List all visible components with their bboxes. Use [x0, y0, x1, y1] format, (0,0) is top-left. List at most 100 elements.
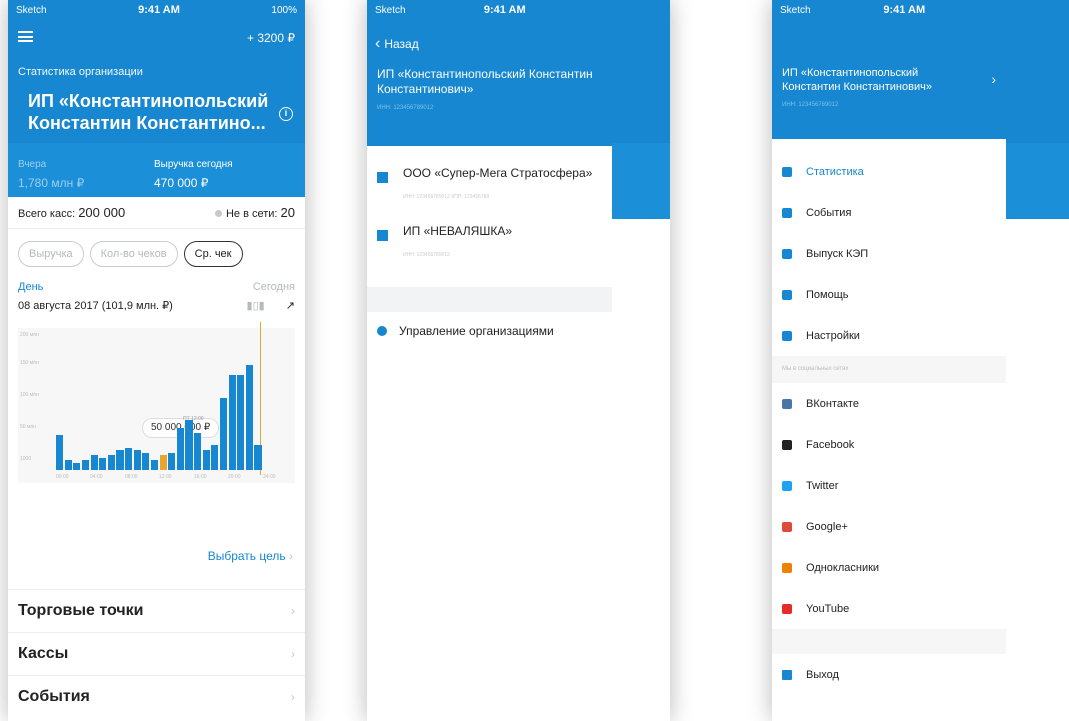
org-name[interactable]: ИП «Константинопольский Константин Конст…: [28, 90, 280, 134]
side-menu-list: Статистика События Выпуск КЭП Помощь Настрой…: [772, 139, 1006, 356]
balance-label[interactable]: + 3200 ₽: [247, 31, 295, 45]
chart-bar[interactable]: [90, 455, 98, 470]
menu-item-twitter[interactable]: Twitter: [772, 465, 1006, 506]
period-today[interactable]: Сегодня: [253, 281, 295, 293]
menu-item-google-plus[interactable]: Google+: [772, 506, 1006, 547]
menu-item-youtube[interactable]: YouTube: [772, 588, 1006, 629]
chevron-right-icon: ›: [291, 646, 295, 661]
chart-bar[interactable]: [168, 452, 176, 470]
menu-item-label: Google+: [806, 520, 848, 533]
chart-bar[interactable]: [56, 435, 64, 470]
chart-bar[interactable]: [211, 445, 219, 470]
status-bar: Sketch 9:41 AM: [367, 0, 612, 20]
row-label: События: [18, 687, 90, 705]
cash-registers-summary: Всего касс: 200 000 Не в сети: 20: [8, 197, 305, 229]
chart-bar[interactable]: [107, 455, 115, 470]
total-registers: Всего касс: 200 000: [18, 205, 125, 220]
y-tick: 100 млн: [20, 392, 39, 398]
line-chart-icon[interactable]: ↗: [286, 300, 295, 312]
facebook-icon: [782, 439, 792, 450]
today-value: 470 000 ₽: [154, 176, 209, 190]
menu-item-label: Однокласники: [806, 561, 880, 574]
manage-orgs-item[interactable]: Управление организациями: [367, 312, 612, 350]
offline-label: Не в сети:: [225, 208, 278, 220]
chart-bar[interactable]: [133, 450, 141, 470]
today-label: Выручка сегодня: [154, 159, 233, 170]
google-plus-icon: [782, 521, 792, 532]
chart-bar[interactable]: [194, 432, 202, 470]
menu-item-odnoklassniki[interactable]: Однокласники: [772, 547, 1006, 588]
menu-item-vk[interactable]: ВКонтакте: [772, 383, 1006, 424]
chart-bar[interactable]: [237, 375, 245, 470]
section-divider: [772, 629, 1006, 654]
chart-bar[interactable]: [150, 460, 158, 470]
menu-item-pen[interactable]: Выпуск КЭП: [772, 233, 1006, 274]
underlying-screen-peek: [612, 0, 670, 721]
pill-receipts[interactable]: Кол-во чеков: [89, 241, 178, 267]
chart-bar[interactable]: [254, 445, 262, 470]
chart-bar[interactable]: [64, 460, 72, 470]
yesterday-metric: Вчера 1,780 млн ₽: [18, 159, 84, 190]
chart-bar[interactable]: [228, 375, 236, 470]
menu-item-facebook[interactable]: Facebook: [772, 424, 1006, 465]
y-tick: 50 млн: [20, 424, 37, 430]
org-item[interactable]: ООО «Супер-Мега Стратосфера» ИНН: 123456…: [367, 146, 612, 204]
menu-icon[interactable]: [18, 31, 33, 42]
menu-item-bar-chart[interactable]: Статистика: [772, 151, 1006, 192]
building-icon: [377, 172, 388, 183]
row-events[interactable]: События ›: [8, 675, 305, 717]
chevron-right-icon: ›: [991, 71, 996, 87]
bar-chart-icon[interactable]: ▮▯▮: [247, 300, 265, 312]
chart-bar[interactable]: [159, 455, 167, 470]
chart-bar[interactable]: [202, 450, 210, 470]
side-menu-header[interactable]: Sketch 9:41 AM ИП «Константинопольский К…: [772, 0, 1006, 139]
current-org-inn: ИНН: 123456789012: [377, 105, 434, 111]
yesterday-label: Вчера: [18, 159, 47, 170]
chart-bar[interactable]: [176, 427, 184, 470]
chart-bar[interactable]: [219, 397, 227, 470]
menu-item-gear[interactable]: Настройки: [772, 315, 1006, 356]
menu-item-lifebuoy[interactable]: Помощь: [772, 274, 1006, 315]
chart-bar[interactable]: [245, 365, 253, 470]
menu-item-label: Помощь: [806, 288, 849, 301]
org-switcher-header: Sketch 9:41 AM ‹ Назад ИП «Константинопол…: [367, 0, 612, 146]
chevron-right-icon: ›: [291, 689, 295, 704]
x-tick: 16:00: [194, 474, 207, 480]
pill-revenue[interactable]: Выручка: [18, 241, 84, 267]
org-item-meta: ИНН: 123456789012: [403, 252, 450, 258]
y-tick: 1000: [20, 456, 32, 462]
chevron-right-icon: ›: [291, 603, 295, 618]
gear-icon: [377, 326, 387, 336]
period-day[interactable]: День: [18, 281, 43, 293]
underlying-screen-peek: [1006, 0, 1069, 721]
section-title: Статистика организации: [18, 66, 143, 78]
row-sales-points[interactable]: Торговые точки ›: [8, 589, 305, 631]
menu-item-label: Выпуск КЭП: [806, 247, 869, 260]
peek-header: [1006, 0, 1069, 143]
y-tick: 150 млн: [20, 360, 39, 366]
choose-goal-link[interactable]: Выбрать цель ›: [208, 549, 293, 563]
statistics-header: Sketch 9:41 AM 100% + 3200 ₽ Статистика …: [8, 0, 305, 197]
calendar-icon: [782, 207, 792, 218]
chart-bar[interactable]: [185, 420, 193, 470]
current-org-title: ИП «Константинопольский Константин Конст…: [377, 67, 593, 96]
chart-bar[interactable]: [142, 452, 150, 470]
menu-item-calendar[interactable]: События: [772, 192, 1006, 233]
back-button[interactable]: ‹ Назад: [367, 20, 612, 53]
chart-bar[interactable]: [99, 457, 107, 470]
status-dot-icon: [214, 210, 222, 217]
row-registers[interactable]: Кассы ›: [8, 632, 305, 674]
carrier-label: Sketch: [780, 4, 811, 16]
logout-button[interactable]: Выход: [772, 654, 1006, 695]
org-item[interactable]: ИП «НЕВАЛЯШКА» ИНН: 123456789012: [367, 204, 612, 262]
info-icon[interactable]: i: [279, 107, 293, 121]
status-bar: Sketch 9:41 AM 100%: [8, 0, 305, 20]
building-icon: [377, 230, 388, 241]
total-value: 200 000: [78, 205, 126, 220]
chart-bar[interactable]: [81, 460, 89, 470]
chart-bar[interactable]: [73, 462, 81, 470]
chart-bar[interactable]: [125, 447, 133, 470]
twitter-icon: [782, 480, 792, 491]
chart-bar[interactable]: [116, 450, 124, 470]
pill-average-check[interactable]: Ср. чек: [183, 241, 243, 267]
